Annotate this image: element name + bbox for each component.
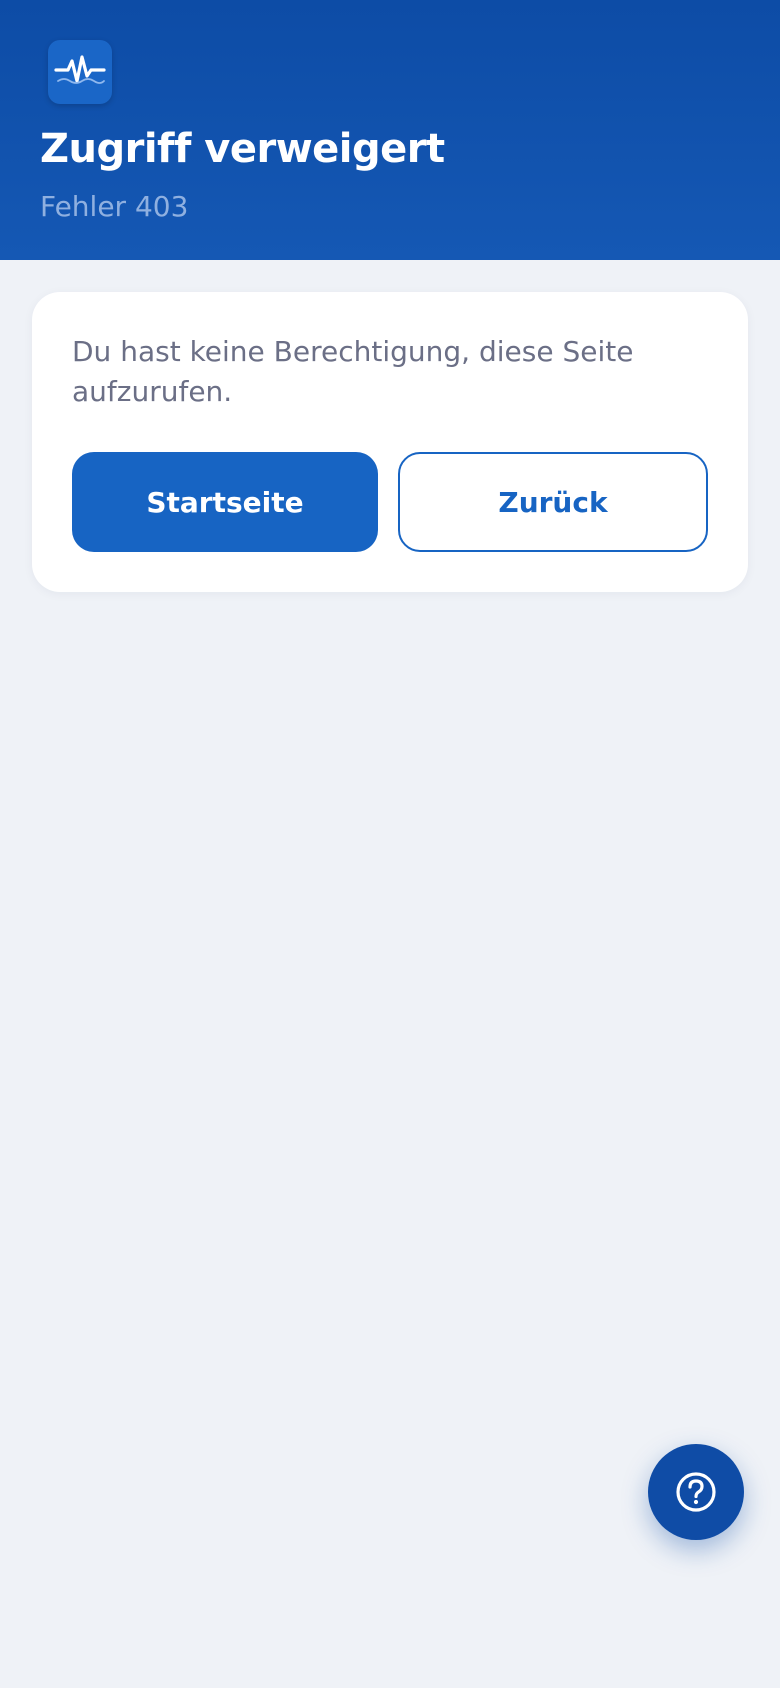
question-circle-icon bbox=[676, 1472, 716, 1512]
error-message: Du hast keine Berechtigung, diese Seite … bbox=[72, 335, 634, 408]
help-button[interactable] bbox=[648, 1444, 744, 1540]
back-button[interactable]: Zurück bbox=[398, 452, 708, 552]
page-header: Zugriff verweigert Fehler 403 bbox=[0, 0, 780, 260]
home-button[interactable]: Startseite bbox=[72, 452, 378, 552]
error-card: Du hast keine Berechtigung, diese Seite … bbox=[32, 292, 748, 592]
page-title: Zugriff verweigert bbox=[40, 126, 445, 172]
pulse-wave-icon bbox=[48, 40, 112, 104]
error-code: Fehler 403 bbox=[40, 190, 189, 223]
